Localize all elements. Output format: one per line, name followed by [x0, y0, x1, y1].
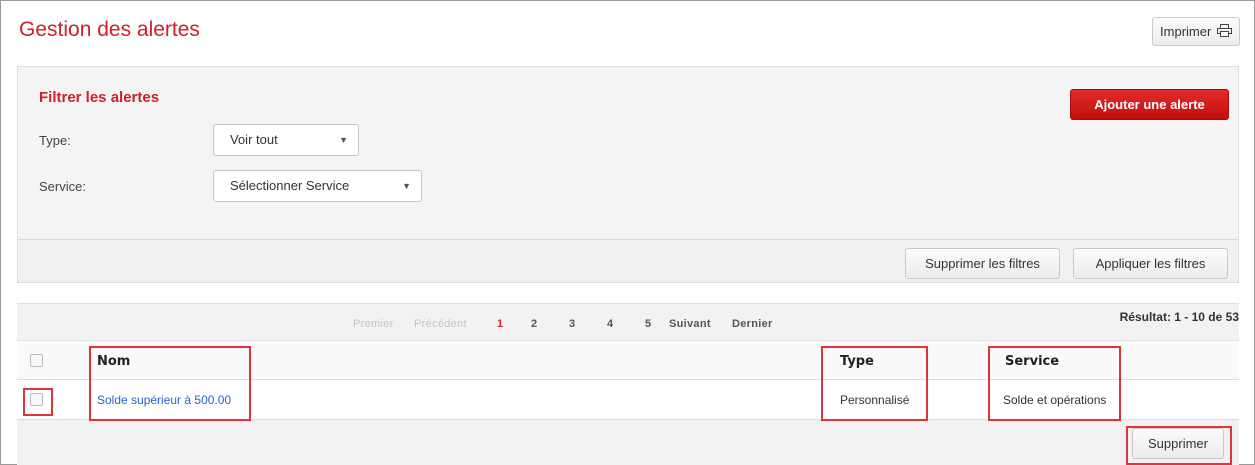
service-label: Service:: [39, 179, 86, 194]
chevron-down-icon: ▼: [339, 135, 348, 145]
filter-panel: Filtrer les alertes Ajouter une alerte T…: [17, 66, 1239, 283]
chevron-down-icon: ▼: [402, 181, 411, 191]
results-bar: Premier Précédent 1 2 3 4 5 Suivant Dern…: [17, 303, 1239, 341]
highlight-type-column: [821, 346, 928, 421]
page-previous-link[interactable]: Précédent: [414, 318, 467, 330]
page-next-link[interactable]: Suivant: [669, 318, 711, 330]
page-last-link[interactable]: Dernier: [732, 318, 773, 330]
page-2-link[interactable]: 2: [531, 318, 537, 330]
clear-filters-button[interactable]: Supprimer les filtres: [905, 248, 1060, 279]
add-alert-button[interactable]: Ajouter une alerte: [1070, 89, 1229, 120]
service-select[interactable]: Sélectionner Service ▼: [213, 170, 422, 202]
page-first-link[interactable]: Premier: [353, 318, 394, 330]
highlight-delete-button: [1126, 426, 1232, 465]
select-all-checkbox[interactable]: [30, 354, 43, 367]
page-5-link[interactable]: 5: [645, 318, 651, 330]
apply-filters-button[interactable]: Appliquer les filtres: [1073, 248, 1228, 279]
type-label: Type:: [39, 133, 71, 148]
service-select-value: Sélectionner Service: [230, 178, 350, 193]
highlight-service-column: [988, 346, 1121, 421]
table-footer: Supprimer: [17, 420, 1239, 465]
print-button[interactable]: Imprimer: [1152, 17, 1240, 46]
highlight-row-checkbox: [23, 388, 53, 416]
filter-title: Filtrer les alertes: [39, 89, 160, 106]
type-select-value: Voir tout: [230, 132, 278, 147]
page-4-link[interactable]: 4: [607, 318, 613, 330]
result-count: Résultat: 1 - 10 de 53: [1119, 310, 1239, 324]
printer-icon: [1216, 19, 1232, 46]
type-select[interactable]: Voir tout ▼: [213, 124, 359, 156]
page-3-link[interactable]: 3: [569, 318, 575, 330]
highlight-nom-column: [89, 346, 251, 421]
print-button-label: Imprimer: [1160, 24, 1212, 39]
page-1-link[interactable]: 1: [497, 318, 503, 330]
page-title: Gestion des alertes: [19, 18, 200, 41]
